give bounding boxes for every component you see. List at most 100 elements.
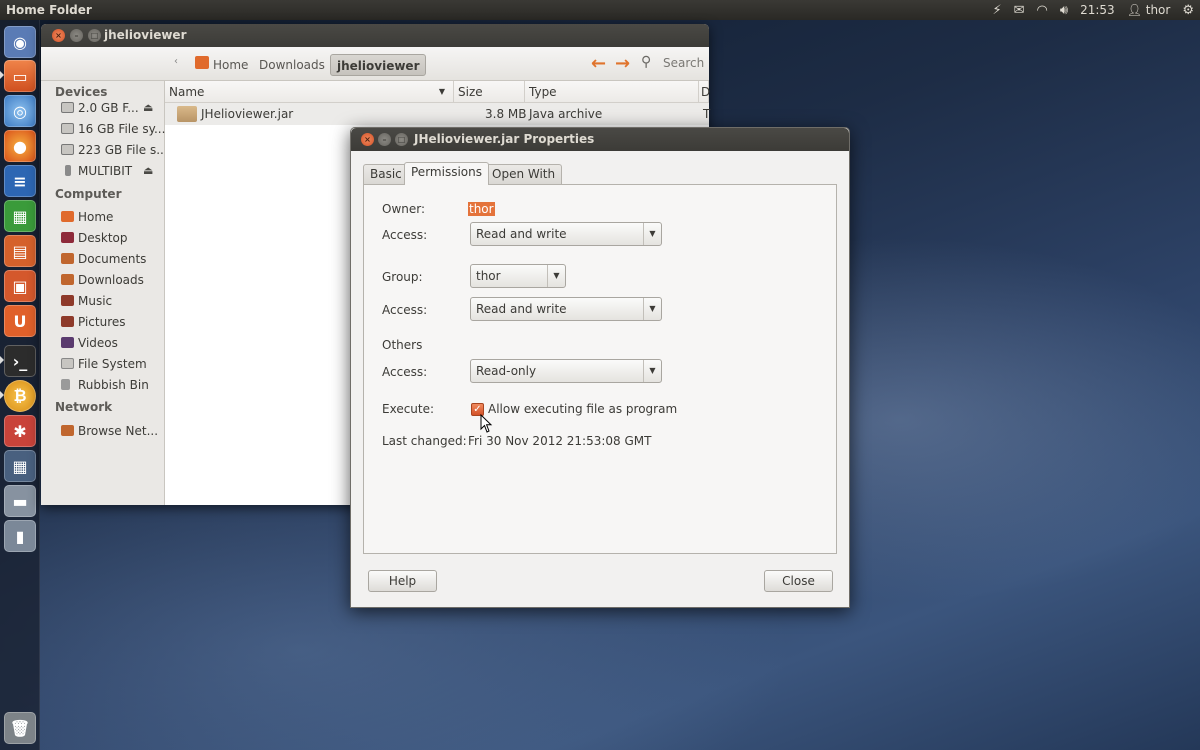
dash-home-icon[interactable]: ◉: [4, 26, 36, 58]
software-center-icon[interactable]: ▣: [4, 270, 36, 302]
impress-icon[interactable]: ▤: [4, 235, 36, 267]
sidebar-header-devices: Devices: [55, 85, 108, 99]
files-icon[interactable]: ▭: [4, 60, 36, 92]
forward-arrow-icon[interactable]: →: [615, 53, 630, 74]
sidebar-item-file-system[interactable]: File System: [61, 355, 147, 373]
minimize-icon[interactable]: –: [378, 133, 391, 146]
mail-icon[interactable]: ✉: [1014, 3, 1025, 18]
chevron-down-icon: ▼: [547, 265, 565, 287]
chevron-down-icon: ▼: [643, 223, 661, 245]
others-access-select[interactable]: Read-only ▼: [470, 359, 662, 383]
eject-icon[interactable]: ⏏: [143, 164, 153, 177]
drive-icon[interactable]: ▬: [4, 485, 36, 517]
bolt-icon[interactable]: ⚡: [993, 3, 1002, 18]
breadcrumb-downloads[interactable]: Downloads: [253, 54, 331, 76]
help-button[interactable]: Help: [368, 570, 437, 592]
back-arrow-icon[interactable]: ←: [591, 53, 606, 74]
terminal-icon[interactable]: ›_: [4, 345, 36, 377]
group-select[interactable]: thor ▼: [470, 264, 566, 288]
drive-icon: [61, 144, 74, 155]
user-icon: 👤︎: [1126, 3, 1142, 17]
sidebar-item-pictures[interactable]: Pictures: [61, 313, 126, 331]
group-access-select[interactable]: Read and write ▼: [470, 297, 662, 321]
chromium-icon[interactable]: ◎: [4, 95, 36, 127]
sidebar-item-label: Pictures: [78, 315, 126, 329]
drive-icon: [61, 123, 74, 134]
gear-icon[interactable]: ⚙: [1182, 3, 1194, 18]
folder-icon: [61, 274, 74, 285]
execute-label: Execute:: [382, 402, 435, 416]
trash-icon[interactable]: 🗑︎: [4, 712, 36, 744]
table-row[interactable]: JHelioviewer.jar 3.8 MB Java archive T: [165, 103, 710, 125]
user-menu[interactable]: 👤︎ thor: [1127, 3, 1171, 17]
network-icon: [61, 425, 74, 436]
column-header-size[interactable]: Size: [454, 81, 525, 103]
close-icon[interactable]: ×: [361, 133, 374, 146]
breadcrumb-home[interactable]: Home: [207, 54, 254, 76]
minimize-icon[interactable]: –: [70, 29, 83, 42]
multibit-icon[interactable]: ₿: [4, 380, 36, 412]
eject-icon[interactable]: ⏏: [143, 101, 153, 114]
close-icon[interactable]: ×: [52, 29, 65, 42]
column-label: D: [701, 85, 711, 99]
column-header-type[interactable]: Type: [525, 81, 699, 103]
sidebar-item-videos[interactable]: Videos: [61, 334, 118, 352]
sidebar-item-desktop[interactable]: Desktop: [61, 229, 128, 247]
writer-icon[interactable]: ≡: [4, 165, 36, 197]
tab-open-with[interactable]: Open With: [485, 164, 563, 184]
maximize-icon[interactable]: □: [88, 29, 101, 42]
sidebar-item-device[interactable]: 223 GB File s...: [61, 141, 168, 159]
wifi-icon[interactable]: ◠: [1037, 3, 1048, 18]
calc-icon[interactable]: ▦: [4, 200, 36, 232]
sidebar-item-label: 223 GB File s...: [78, 143, 168, 157]
system-settings-icon[interactable]: ✱: [4, 415, 36, 447]
sidebar-item-music[interactable]: Music: [61, 292, 112, 310]
last-changed-label: Last changed:: [382, 434, 467, 448]
owner-access-value: Read and write: [476, 227, 567, 241]
maximize-icon[interactable]: □: [395, 133, 408, 146]
launcher: ◉ ▭ ◎ ● ≡ ▦ ▤ ▣ U ›_ ₿ ✱ ▦ ▬ ▮ 🗑︎: [0, 20, 40, 750]
close-button[interactable]: Close: [764, 570, 833, 592]
chevron-down-icon: ▼: [643, 360, 661, 382]
others-label: Others: [382, 338, 423, 352]
title-bar[interactable]: × – □ JHelioviewer.jar Properties: [351, 128, 849, 151]
clock[interactable]: 21:53: [1080, 3, 1115, 17]
column-header-date[interactable]: D: [699, 81, 711, 103]
sidebar-item-rubbish-bin[interactable]: Rubbish Bin: [61, 376, 149, 394]
sidebar-header-computer: Computer: [55, 187, 122, 201]
column-header-name[interactable]: Name ▼: [165, 81, 454, 103]
breadcrumb-jhelioviewer[interactable]: jhelioviewer: [330, 54, 427, 76]
sidebar-item-device[interactable]: 16 GB File sy...: [61, 120, 165, 138]
properties-dialog: × – □ JHelioviewer.jar Properties Basic …: [350, 127, 850, 608]
sidebar-item-device[interactable]: 2.0 GB F...: [61, 99, 139, 117]
owner-access-select[interactable]: Read and write ▼: [470, 222, 662, 246]
search-button[interactable]: Search: [663, 56, 704, 70]
ubuntu-one-icon[interactable]: U: [4, 305, 36, 337]
indicator-area: ⚡ ✉ ◠ 🔊︎ 21:53 👤︎ thor ⚙: [993, 0, 1195, 20]
execute-checkbox-label[interactable]: Allow executing file as program: [488, 402, 677, 416]
last-changed-value: Fri 30 Nov 2012 21:53:08 GMT: [468, 434, 652, 448]
tab-permissions[interactable]: Permissions: [404, 162, 489, 185]
sidebar-item-home[interactable]: Home: [61, 208, 113, 226]
sidebar-item-documents[interactable]: Documents: [61, 250, 146, 268]
title-bar[interactable]: × – □ jhelioviewer: [41, 24, 709, 47]
sidebar-item-label: Desktop: [78, 231, 128, 245]
owner-label: Owner:: [382, 202, 426, 216]
search-icon[interactable]: ⚲: [641, 54, 651, 70]
sidebar-item-browse-network[interactable]: Browse Net...: [61, 422, 158, 440]
workspace-switcher-icon[interactable]: ▦: [4, 450, 36, 482]
file-name: JHelioviewer.jar: [201, 107, 294, 121]
toolbar: ‹ Home Downloads jhelioviewer ← → ⚲ Sear…: [41, 47, 709, 81]
file-type: Java archive: [529, 107, 603, 121]
breadcrumb-scroll-icon[interactable]: ‹: [174, 56, 178, 67]
usb-drive-icon[interactable]: ▮: [4, 520, 36, 552]
owner-value[interactable]: thor: [468, 202, 495, 216]
music-icon: [61, 295, 74, 306]
sidebar-item-label: Rubbish Bin: [78, 378, 149, 392]
tab-basic[interactable]: Basic: [363, 164, 409, 184]
sidebar-item-label: Videos: [78, 336, 118, 350]
sidebar-item-device[interactable]: MULTIBIT: [61, 162, 132, 180]
firefox-icon[interactable]: ●: [4, 130, 36, 162]
volume-icon[interactable]: 🔊︎: [1060, 3, 1068, 18]
sidebar-item-downloads[interactable]: Downloads: [61, 271, 144, 289]
